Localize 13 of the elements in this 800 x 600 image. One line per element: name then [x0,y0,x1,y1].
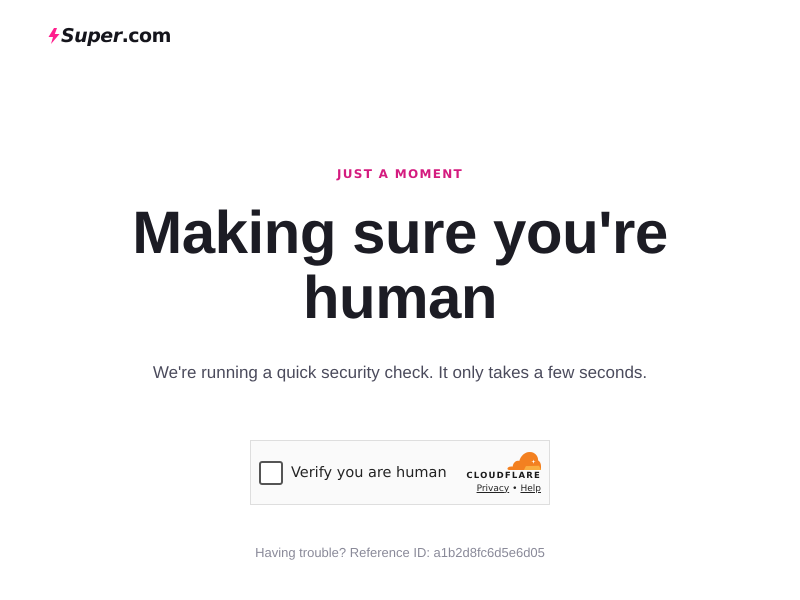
cloud-icon [507,450,541,470]
verify-checkbox[interactable] [259,460,283,484]
help-link[interactable]: Help [520,482,541,494]
lightning-bolt-icon [48,28,60,44]
page-heading: Making sure you're human [131,200,669,330]
checkbox-label: Verify you are human [291,464,447,480]
provider-wordmark: CLOUDFLARE [466,470,541,482]
privacy-link[interactable]: Privacy [476,482,510,494]
subtitle-text: We're running a quick security check. It only takes a few seconds. [152,362,648,384]
eyebrow-label: JUST A MOMENT [336,166,464,182]
reference-text: Having trouble? Reference ID: a1b2d8fc6d5e6d05 [255,545,545,561]
link-separator: • [512,482,518,494]
logo-text[interactable]: Super.com [61,25,171,47]
